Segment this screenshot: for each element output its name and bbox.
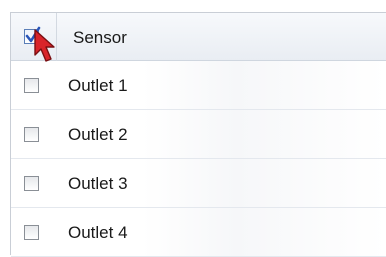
outlet-label: Outlet 4 [68,223,128,242]
table-row[interactable]: Outlet 2 [11,110,386,159]
table-header: Sensor [11,13,386,61]
outlet-2-checkbox[interactable] [24,127,39,142]
top-strip [0,0,386,12]
table-row[interactable]: Outlet 3 [11,159,386,208]
outlet-label: Outlet 3 [68,174,128,193]
sensor-column-header[interactable]: Sensor [73,28,127,48]
outlet-3-checkbox[interactable] [24,176,39,191]
outlet-4-checkbox[interactable] [24,225,39,240]
outlet-label: Outlet 2 [68,125,128,144]
table-row[interactable]: Outlet 1 [11,61,386,110]
mouse-cursor-icon [34,29,55,62]
sensor-table: Sensor Outlet 1 Outlet 2 Outlet 3 Outlet… [10,12,386,257]
outlet-label: Outlet 1 [68,76,128,95]
sensor-list-window: Sensor Outlet 1 Outlet 2 Outlet 3 Outlet… [0,0,386,257]
outlet-1-checkbox[interactable] [24,78,39,93]
table-row[interactable]: Outlet 4 [11,208,386,257]
